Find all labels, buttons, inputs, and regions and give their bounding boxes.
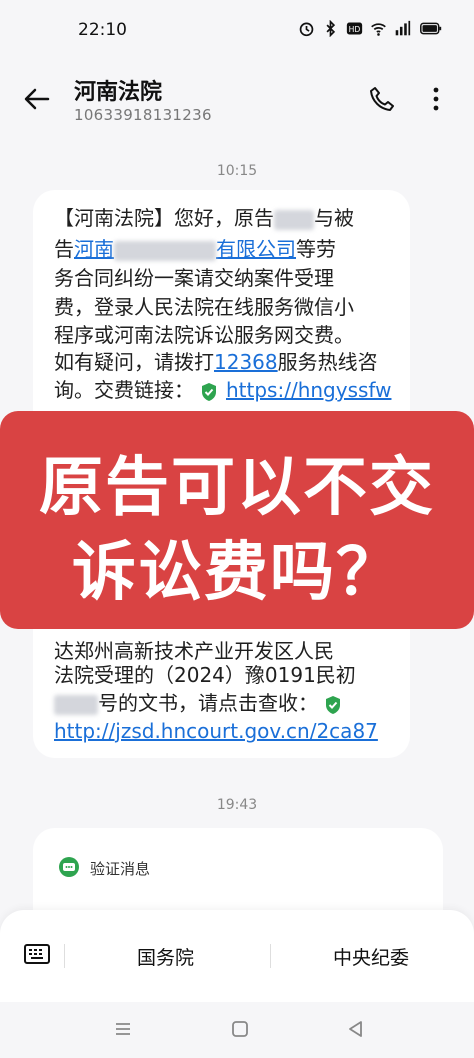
menu-item-state-council[interactable]: 国务院 xyxy=(137,943,194,970)
verification-label: 验证消息 xyxy=(90,860,151,878)
document-link[interactable]: http://jzsd.hncourt.gov.cn/2ca87 xyxy=(54,719,378,743)
conversation-header: 河南法院 10633918131236 xyxy=(0,62,474,142)
alarm-icon xyxy=(299,22,314,37)
back-nav-icon[interactable] xyxy=(346,1020,366,1038)
bluetooth-icon xyxy=(326,20,336,37)
back-arrow-icon[interactable] xyxy=(22,84,52,114)
message-line: 费，登录人民法院在线服务微信小 xyxy=(54,295,354,319)
contact-number: 10633918131236 xyxy=(74,106,212,124)
message-line: http://jzsd.hncourt.gov.cn/2ca87 xyxy=(54,718,378,744)
more-options-icon[interactable] xyxy=(426,84,446,114)
message-line: 号的文书，请点击查收： xyxy=(54,690,350,716)
menu-divider xyxy=(270,944,271,968)
message-line: 程序或河南法院诉讼服务网交费。 xyxy=(54,323,354,347)
status-icons: HD xyxy=(298,20,444,37)
battery-icon xyxy=(420,22,442,35)
message-line: 【河南法院】您好，原告 与被 xyxy=(54,206,354,230)
message-line: 务合同纠纷一案请交纳案件受理 xyxy=(54,266,334,290)
message-line: 达郑州高新技术产业开发区人民 xyxy=(54,639,334,663)
hd-icon: HD xyxy=(346,22,363,35)
verified-shield-icon xyxy=(326,695,340,714)
banner-line-2: 诉讼费吗？ xyxy=(72,536,402,610)
home-icon[interactable] xyxy=(230,1020,250,1038)
svg-text:HD: HD xyxy=(349,25,361,34)
contact-name: 河南法院 xyxy=(74,80,163,105)
status-time: 22:10 xyxy=(78,20,127,40)
keyboard-icon[interactable] xyxy=(24,943,50,965)
payment-link[interactable]: https://hngyssfw xyxy=(226,378,391,402)
menu-icon[interactable] xyxy=(113,1020,133,1038)
redacted-text xyxy=(274,209,314,230)
menu-divider xyxy=(64,944,65,968)
message-line: 如有疑问，请拨打12368服务热线咨 xyxy=(54,350,378,374)
phone-icon[interactable] xyxy=(367,84,397,114)
message-line: 告河南 有限公司等劳 xyxy=(54,237,336,261)
hotline-link[interactable]: 12368 xyxy=(214,350,278,374)
menu-item-discipline-commission[interactable]: 中央纪委 xyxy=(333,943,409,970)
title-banner: 原告可以不交 诉讼费吗？ xyxy=(0,411,474,629)
message-bubble-icon xyxy=(59,857,79,877)
wifi-icon xyxy=(371,23,386,36)
message-line: 法院受理的（2024）豫0191民初 xyxy=(54,663,356,687)
message-timestamp: 10:15 xyxy=(216,163,258,179)
company-link[interactable]: 河南 有限公司 xyxy=(74,237,296,261)
signal-icon xyxy=(395,20,411,36)
message-line: 询。交费链接： https://hngyssfw xyxy=(54,378,392,402)
message-timestamp: 19:43 xyxy=(216,797,258,813)
status-bar: 22:10 HD xyxy=(0,0,474,60)
banner-line-1: 原告可以不交 xyxy=(39,451,435,525)
verified-shield-icon xyxy=(202,382,216,401)
redacted-text xyxy=(54,694,98,715)
